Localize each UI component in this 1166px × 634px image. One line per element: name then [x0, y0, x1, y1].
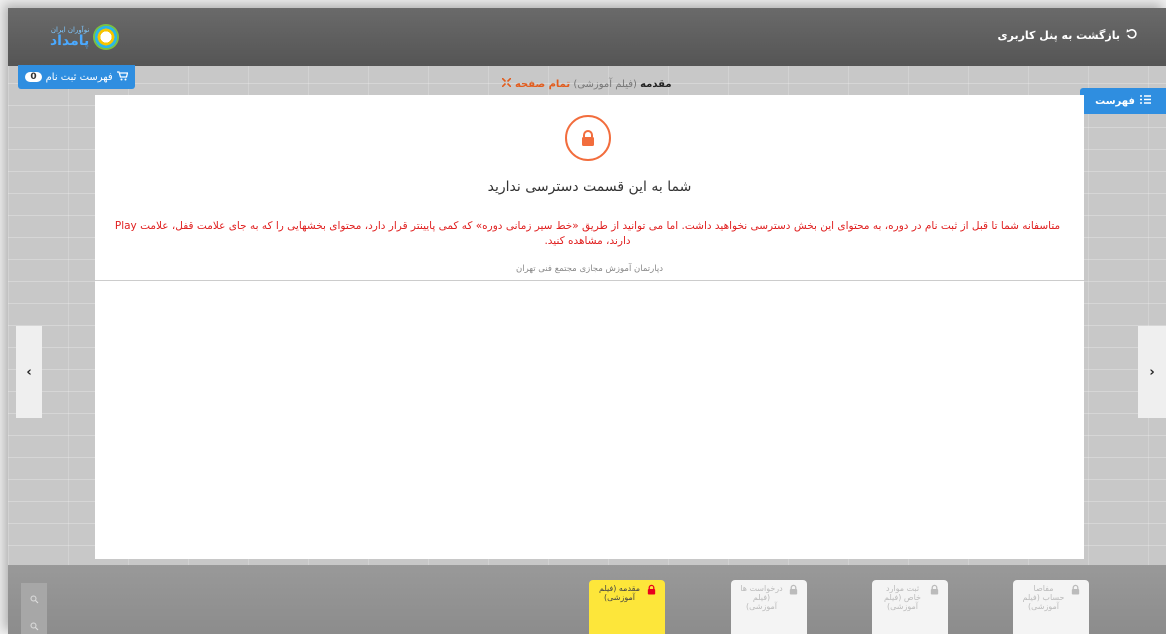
- zoom-out-icon[interactable]: [30, 616, 39, 634]
- contents-list-label: فهرست: [1095, 95, 1135, 107]
- timeline-card[interactable]: مقدمه (فیلم آموزشی): [589, 580, 665, 634]
- lock-icon: [788, 584, 799, 597]
- back-icon: [1126, 28, 1138, 43]
- back-to-panel-link[interactable]: بازگشت به پنل کاربری: [998, 28, 1138, 43]
- back-label: بازگشت به پنل کاربری: [997, 29, 1120, 42]
- lesson-title-bar: مقدمه (فیلم آموزشی) تمام صفحه: [8, 77, 1166, 90]
- fullscreen-icon: [501, 77, 513, 90]
- timeline-card[interactable]: ثبت موارد خاص (فیلم آموزشی): [872, 580, 948, 634]
- lesson-title: مقدمه: [640, 79, 672, 90]
- next-button[interactable]: ›: [1138, 326, 1166, 418]
- app-window: نوآوران ايران پامداد بازگشت به پنل کاربر…: [8, 8, 1166, 634]
- fullpage-link[interactable]: تمام صفحه: [501, 77, 571, 90]
- chevron-right-icon: ›: [1149, 364, 1155, 380]
- content-panel: شما به این قسمت دسترسی ندارید متاسفانه ش…: [95, 95, 1084, 559]
- zoom-in-icon[interactable]: [30, 589, 39, 608]
- timeline-card[interactable]: مفاصا حساب (فیلم آموزشی): [1013, 580, 1089, 634]
- timeline-card-label: ثبت موارد خاص (فیلم آموزشی): [884, 584, 921, 611]
- department-name: دپارتمان آموزش مجازی مجتمع فنی تهران: [516, 264, 663, 274]
- lock-icon: [565, 115, 611, 161]
- timeline-card-label: مقدمه (فیلم آموزشی): [599, 584, 640, 602]
- fullpage-label: تمام صفحه: [514, 79, 571, 90]
- access-denied-message: متاسفانه شما تا قبل از ثبت نام در دوره، …: [114, 220, 1061, 247]
- timeline-card[interactable]: درخواست ها (فیلم آموزشی): [731, 580, 807, 634]
- top-bar: نوآوران ايران پامداد بازگشت به پنل کاربر…: [8, 8, 1166, 66]
- chevron-left-icon: ‹: [26, 364, 32, 380]
- logo-text: پامداد: [50, 32, 90, 49]
- lesson-type: (فیلم آموزشی): [573, 79, 637, 90]
- contents-list-button[interactable]: فهرست: [1080, 88, 1166, 114]
- logo-sun-icon: [93, 24, 120, 50]
- list-icon: [1139, 95, 1151, 107]
- zoom-controls: [21, 583, 47, 634]
- timeline-bar: مقدمه (فیلم آموزشی) درخواست ها (فیلم آمو…: [8, 565, 1166, 634]
- previous-button[interactable]: ‹: [16, 326, 42, 418]
- timeline-card-label: مفاصا حساب (فیلم آموزشی): [1022, 584, 1065, 611]
- lock-icon: [1070, 584, 1081, 597]
- timeline-card-label: درخواست ها (فیلم آموزشی): [740, 584, 783, 611]
- lock-icon: [929, 584, 940, 597]
- divider: [95, 280, 1084, 281]
- access-denied-heading: شما به این قسمت دسترسی ندارید: [487, 179, 692, 195]
- lock-icon: [646, 584, 657, 597]
- logo[interactable]: نوآوران ايران پامداد: [50, 20, 130, 54]
